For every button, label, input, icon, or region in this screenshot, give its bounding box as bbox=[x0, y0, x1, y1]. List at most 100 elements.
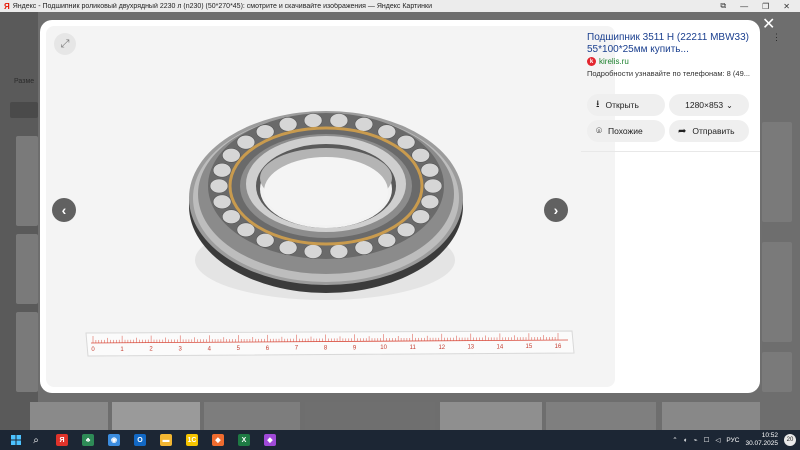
ruler-number: 14 bbox=[497, 344, 504, 350]
bearing-roller bbox=[329, 244, 349, 259]
bearing-roller bbox=[278, 117, 298, 132]
window-title: Яндекс - Подшипник роликовый двухрядный … bbox=[12, 2, 433, 10]
bearing-roller bbox=[278, 240, 298, 255]
bearing-roller bbox=[420, 194, 440, 210]
app-orange-taskbar-icon[interactable]: ◆ bbox=[208, 430, 228, 450]
search-icon[interactable]: ⌕ bbox=[26, 430, 46, 450]
tiny-app-taskbar-icon[interactable]: ♣ bbox=[78, 430, 98, 450]
chevron-up-icon[interactable]: ⌃ bbox=[672, 436, 677, 444]
chrome-icon: ◉ bbox=[108, 434, 120, 446]
thumbnail-strip-item[interactable] bbox=[204, 402, 300, 430]
background-thumbnail[interactable] bbox=[762, 122, 792, 222]
share-arrow-icon: ➦ bbox=[678, 125, 687, 137]
1c-icon: 1С bbox=[186, 434, 198, 446]
yandex-taskbar-icon[interactable]: Я bbox=[52, 430, 72, 450]
app-orange-icon: ◆ bbox=[212, 434, 224, 446]
chrome-taskbar-icon[interactable]: ◉ bbox=[104, 430, 124, 450]
ruler-number: 11 bbox=[410, 345, 417, 351]
1c-taskbar-icon[interactable]: 1С bbox=[182, 430, 202, 450]
bearing-roller bbox=[354, 240, 374, 255]
bearing-photo: 0 1 2 3 4 5 6 7 8 9 10 11 12 13 14 15 16 bbox=[85, 111, 575, 357]
open-button[interactable]: ⭳ Открыть bbox=[587, 94, 665, 116]
minimize-button[interactable]: — bbox=[740, 2, 748, 11]
size-select-button[interactable]: 1280×853 ⌄ bbox=[669, 94, 749, 116]
language-indicator[interactable]: РУС bbox=[726, 437, 739, 444]
notification-badge[interactable]: 20 bbox=[784, 434, 796, 446]
taskbar: ⌕ Я ♣ ◉ O ▬ 1С ◆ X ◆ ⌃ ◐ ⌁ ☐ ◁ РУС 10:52 30.07.2… bbox=[0, 430, 800, 450]
image-description: Подробности узнавайте по телефонам: 8 (4… bbox=[587, 69, 751, 78]
fullscreen-icon[interactable]: ⤢ bbox=[54, 33, 76, 55]
background-thumbnail[interactable] bbox=[16, 136, 38, 226]
thumbnail-strip-item[interactable] bbox=[662, 402, 760, 430]
tray-app-icon[interactable]: ☐ bbox=[704, 436, 710, 444]
similar-button[interactable]: ⌾ Похожие bbox=[587, 120, 665, 142]
ruler-number: 10 bbox=[380, 345, 387, 351]
source-domain[interactable]: kirelis.ru bbox=[599, 57, 629, 66]
system-tray: ⌃ ◐ ⌁ ☐ ◁ РУС 10:52 30.07.2025 20 bbox=[672, 430, 796, 450]
thumbnail-strip-item[interactable] bbox=[546, 402, 656, 430]
bearing-roller bbox=[222, 148, 241, 163]
ruler-number: 12 bbox=[438, 345, 445, 351]
similar-label: Похожие bbox=[608, 126, 643, 136]
explorer-icon: ▬ bbox=[160, 434, 172, 446]
app-gradient-icon: ◆ bbox=[264, 434, 276, 446]
thumbnail-strip-item[interactable] bbox=[30, 402, 108, 430]
excel-taskbar-icon[interactable]: X bbox=[234, 430, 254, 450]
tray-app-icon[interactable]: ◐ bbox=[684, 437, 688, 444]
image-info-panel: Подшипник 3511 Н (22211 MBW33) 55*100*25… bbox=[581, 20, 760, 393]
tiny-app-icon: ♣ bbox=[82, 434, 94, 446]
ruler-number: 13 bbox=[467, 345, 474, 351]
bearing-roller bbox=[354, 117, 374, 132]
bearing-roller bbox=[222, 209, 241, 224]
app-gradient-taskbar-icon[interactable]: ◆ bbox=[260, 430, 280, 450]
puzzle-icon[interactable]: ⧉ bbox=[720, 1, 726, 11]
source-link[interactable]: k kirelis.ru bbox=[587, 57, 629, 66]
camera-search-icon: ⌾ bbox=[596, 125, 602, 137]
windows-start-icon[interactable] bbox=[6, 430, 26, 450]
bearing-roller bbox=[212, 194, 232, 210]
restore-button[interactable]: ❐ bbox=[762, 2, 769, 11]
background-thumbnail[interactable] bbox=[16, 312, 38, 392]
background-thumbnail[interactable] bbox=[10, 102, 38, 118]
bearing-roller bbox=[423, 178, 443, 194]
previous-image-button[interactable]: ‹ bbox=[52, 198, 76, 222]
thumbnail-strip-item[interactable] bbox=[440, 402, 542, 430]
bearing-roller bbox=[212, 162, 232, 178]
thumbnail-strip-item[interactable] bbox=[305, 402, 435, 430]
ruler-number: 15 bbox=[526, 344, 533, 350]
speaker-icon[interactable]: ◁ bbox=[715, 436, 720, 444]
bearing-roller bbox=[329, 113, 349, 128]
share-button[interactable]: ➦ Отправить bbox=[669, 120, 749, 142]
outlook-taskbar-icon[interactable]: O bbox=[130, 430, 150, 450]
divider bbox=[581, 151, 760, 152]
thumbnail-strip-item[interactable] bbox=[112, 402, 200, 430]
bearing-roller bbox=[420, 162, 440, 178]
background-thumbnail[interactable] bbox=[762, 352, 792, 392]
bearing-roller bbox=[209, 178, 229, 194]
close-viewer-icon[interactable]: ✕ bbox=[762, 14, 775, 34]
window-close-button[interactable]: ✕ bbox=[783, 2, 790, 11]
tray-app-icon[interactable]: ⌁ bbox=[694, 436, 698, 444]
yandex-logo: Я bbox=[4, 1, 10, 11]
background-thumbnail[interactable] bbox=[762, 242, 792, 342]
next-image-button[interactable]: › bbox=[544, 198, 568, 222]
share-label: Отправить bbox=[692, 126, 735, 136]
chevron-down-icon: ⌄ bbox=[726, 100, 733, 110]
download-icon: ⭳ bbox=[596, 98, 600, 110]
bearing-roller bbox=[411, 148, 431, 163]
clock[interactable]: 10:52 30.07.2025 bbox=[745, 432, 778, 448]
ruler: 0 1 2 3 4 5 6 7 8 9 10 11 12 13 14 15 16 bbox=[85, 330, 575, 357]
window-titlebar: Я Яндекс - Подшипник роликовый двухрядны… bbox=[0, 0, 800, 12]
image-title-link[interactable]: Подшипник 3511 Н (22211 MBW33) 55*100*25… bbox=[587, 32, 752, 56]
bearing-roller bbox=[303, 244, 323, 259]
outlook-icon: O bbox=[134, 434, 146, 446]
explorer-taskbar-icon[interactable]: ▬ bbox=[156, 430, 176, 450]
bearing-roller bbox=[303, 113, 323, 128]
background-thumbnail[interactable] bbox=[16, 234, 38, 304]
ruler-number: 16 bbox=[555, 344, 562, 350]
size-label: 1280×853 bbox=[685, 100, 724, 110]
sizes-filter-label[interactable]: Разме bbox=[14, 78, 34, 85]
clock-date: 30.07.2025 bbox=[745, 440, 778, 447]
bearing-roller bbox=[411, 209, 431, 224]
yandex-icon: Я bbox=[56, 434, 68, 446]
